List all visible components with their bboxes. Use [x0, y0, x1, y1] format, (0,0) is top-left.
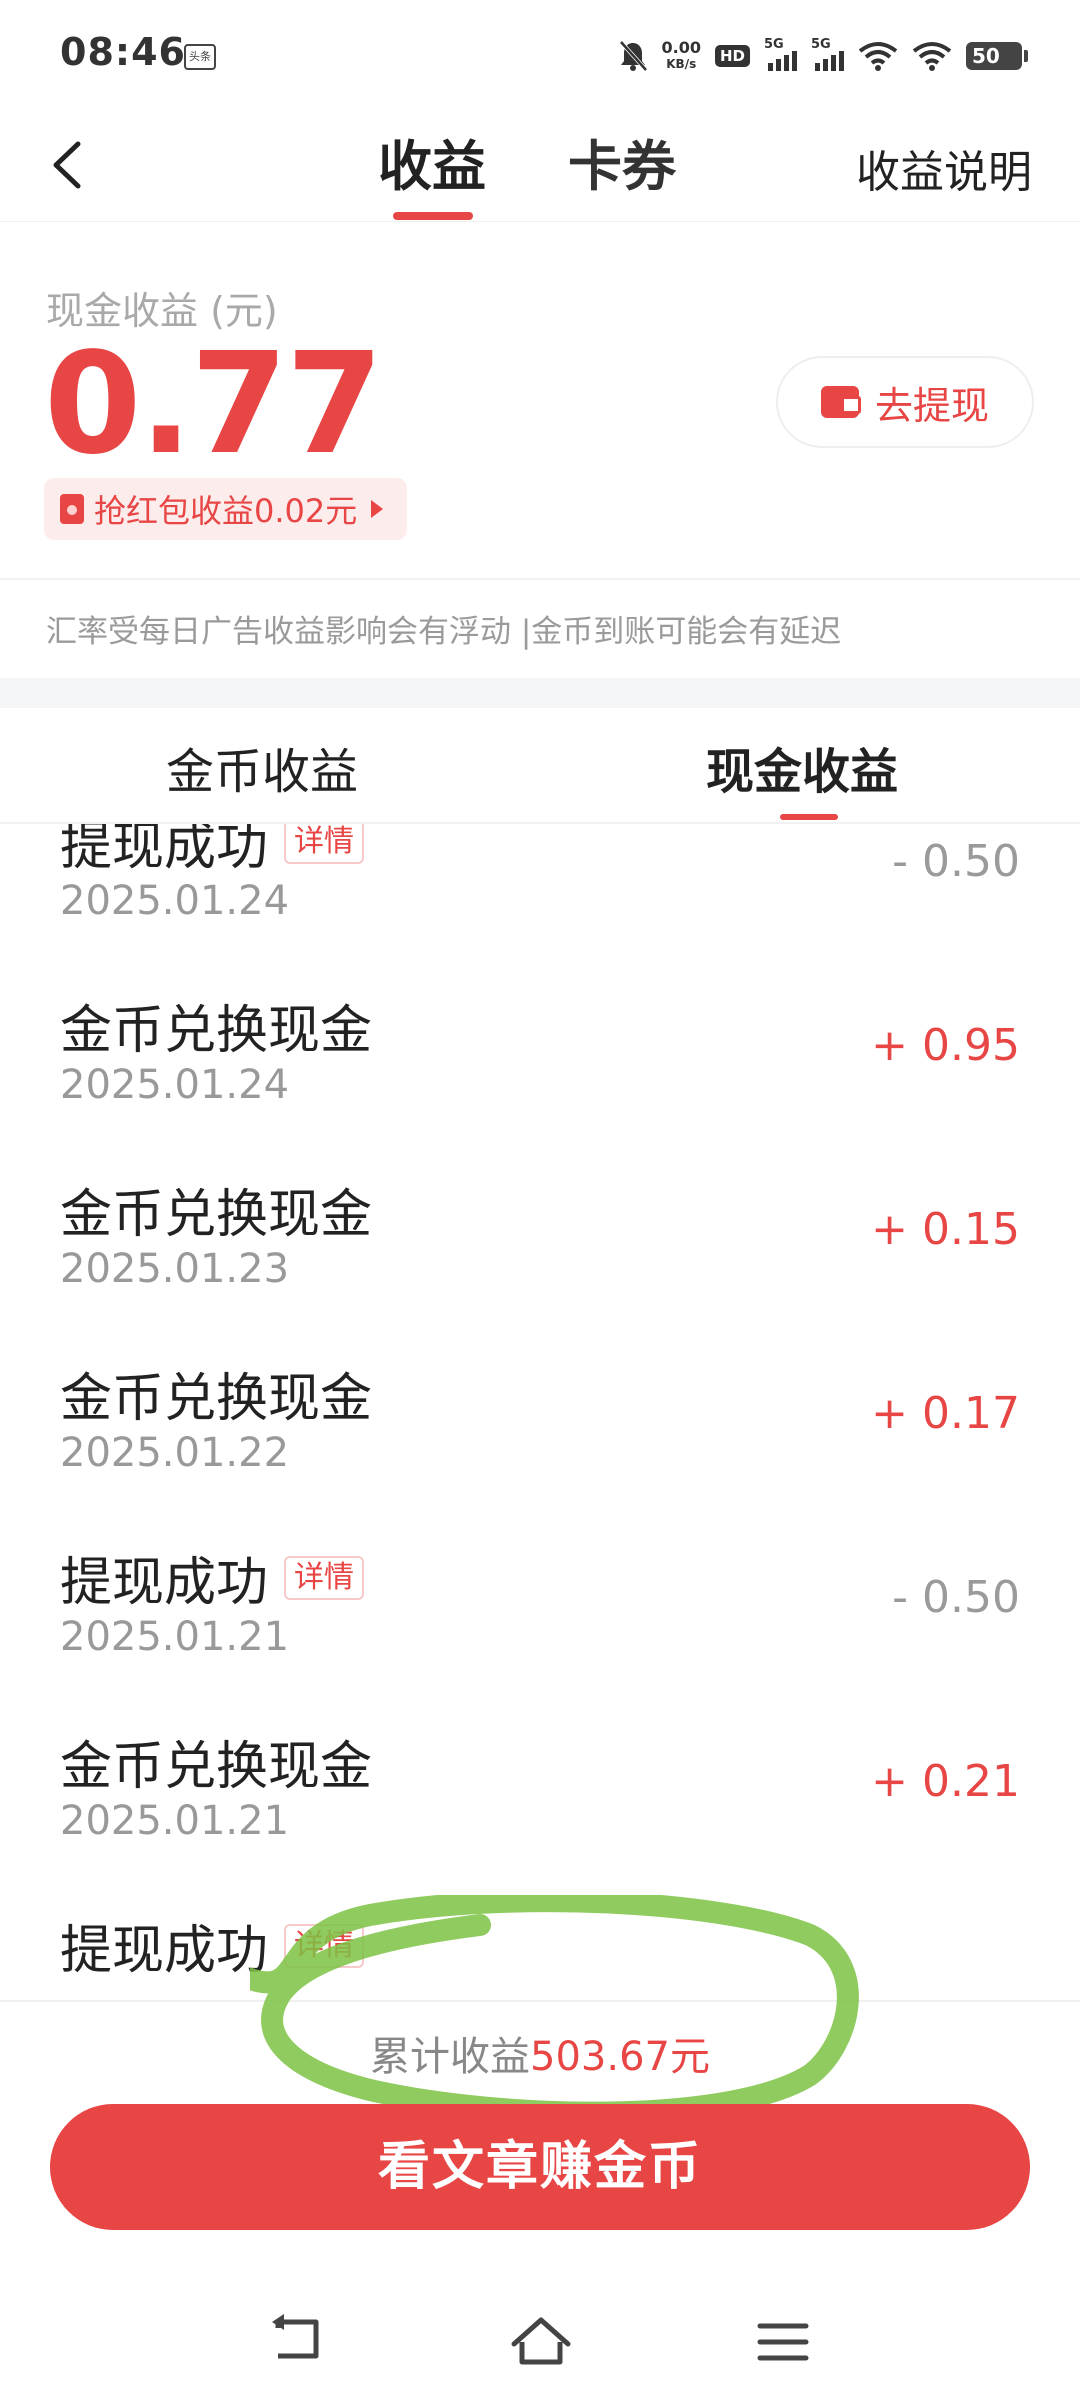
record-amount: + 0.17: [871, 1388, 1020, 1439]
system-nav-bar: [0, 2290, 1080, 2400]
record-date: 2025.01.24: [60, 1062, 290, 1108]
record-date: 2025.01.23: [60, 1246, 290, 1292]
earnings-record-list[interactable]: 提现成功 详情 2025.01.24 - 0.50 金币兑换现金 2025.01…: [0, 824, 1080, 2000]
divider: [0, 578, 1080, 580]
exchange-rate-notice: 汇率受每日广告收益影响会有浮动 |金币到账可能会有延迟: [46, 614, 842, 650]
record-title: 金币兑换现金: [60, 1356, 372, 1431]
record-title: 提现成功 详情: [60, 1908, 365, 1983]
record-title-text: 金币兑换现金: [60, 1369, 373, 1429]
read-articles-earn-coins-button[interactable]: 看文章赚金币: [50, 2104, 1030, 2230]
top-nav: 收益 卡券 收益说明: [0, 110, 1080, 222]
record-date: 2025.01.22: [60, 1430, 290, 1476]
signal-icon-2: 5G: [811, 37, 844, 71]
record-amount: + 0.15: [871, 1204, 1020, 1255]
mute-icon: [619, 40, 647, 72]
record-amount: - 0.50: [892, 1572, 1020, 1623]
withdraw-button-label: 去提现: [874, 383, 989, 428]
record-amount: - 0.50: [892, 836, 1020, 887]
detail-button[interactable]: 详情: [284, 1923, 365, 1968]
record-title-text: 金币兑换现金: [60, 1001, 373, 1061]
tab-coupons[interactable]: 卡券: [568, 122, 676, 201]
record-title: 金币兑换现金: [60, 1172, 372, 1247]
list-item[interactable]: 金币兑换现金 2025.01.22 + 0.17: [0, 1336, 1080, 1520]
battery-icon: 50: [966, 42, 1028, 70]
earnings-help-link[interactable]: 收益说明: [856, 136, 1032, 200]
wallet-icon: [820, 386, 861, 418]
home-icon[interactable]: [506, 2310, 576, 2374]
network-speed: 0.00 KB/s: [662, 39, 701, 73]
detail-button[interactable]: 详情: [284, 824, 365, 864]
withdraw-button[interactable]: 去提现: [776, 356, 1034, 448]
chevron-right-icon: [371, 500, 384, 518]
record-title: 金币兑换现金: [60, 1724, 372, 1799]
record-date: 2025.01.21: [60, 1614, 290, 1660]
total-earnings-label: 累计收益: [370, 2034, 531, 2080]
record-title: 提现成功 详情: [60, 1540, 365, 1615]
status-icons: 0.00 KB/s HD 5G 5G 50: [618, 34, 1028, 78]
cash-earnings-amount: 0.77: [44, 323, 383, 486]
earnings-type-tabs: 金币收益 现金收益: [0, 708, 1080, 824]
sim1-label: 5G: [764, 37, 784, 52]
sim2-label: 5G: [811, 37, 831, 52]
hd-icon: HD: [714, 45, 750, 67]
signal-icon: 5G: [764, 37, 797, 71]
record-title: 金币兑换现金: [60, 988, 372, 1063]
wifi-icon: [858, 42, 898, 71]
tab-earnings[interactable]: 收益: [378, 122, 486, 201]
total-earnings: 累计收益503.67元: [0, 2024, 1080, 2082]
status-time: 08:46: [60, 30, 186, 74]
red-packet-icon: [60, 494, 84, 524]
red-packet-earnings-link[interactable]: 抢红包收益0.02元: [44, 478, 408, 540]
record-title-text: 金币兑换现金: [60, 1737, 373, 1797]
status-bar: 08:46 头条 0.00 KB/s HD 5G 5G 50: [0, 0, 1080, 110]
list-item[interactable]: 金币兑换现金 2025.01.21 + 0.21: [0, 1704, 1080, 1888]
record-date: 2025.01.21: [60, 1798, 290, 1844]
wifi-icon-2: [912, 42, 952, 71]
back-gesture-icon[interactable]: [262, 2310, 332, 2374]
list-item[interactable]: 金币兑换现金 2025.01.23 + 0.15: [0, 1152, 1080, 1336]
list-item[interactable]: 提现成功 详情: [0, 1888, 1080, 2000]
record-title-text: 金币兑换现金: [60, 1185, 373, 1245]
record-title-text: 提现成功: [60, 1553, 269, 1613]
active-tab-indicator: [393, 212, 473, 220]
menu-icon[interactable]: [748, 2310, 818, 2374]
speed-value: 0.00: [661, 38, 701, 57]
app-notification-icon: 头条: [184, 44, 216, 70]
footer-divider: [0, 2000, 1080, 2002]
tab-coin-earnings[interactable]: 金币收益: [166, 732, 358, 802]
list-item[interactable]: 提现成功 详情 2025.01.24 - 0.50: [0, 824, 1080, 968]
record-amount: + 0.95: [871, 1020, 1020, 1071]
detail-button[interactable]: 详情: [284, 1555, 365, 1600]
tab-cash-earnings[interactable]: 现金收益: [706, 732, 898, 802]
record-date: 2025.01.24: [60, 878, 290, 924]
record-title-text: 提现成功: [60, 824, 269, 877]
active-subtab-indicator: [780, 814, 838, 820]
speed-unit: KB/s: [666, 57, 697, 71]
list-item[interactable]: 金币兑换现金 2025.01.24 + 0.95: [0, 968, 1080, 1152]
list-item[interactable]: 提现成功 详情 2025.01.21 - 0.50: [0, 1520, 1080, 1704]
record-title: 提现成功 详情: [60, 824, 365, 879]
record-amount: + 0.21: [871, 1756, 1020, 1807]
total-earnings-value: 503.67元: [530, 2034, 710, 2080]
record-title-text: 提现成功: [60, 1921, 269, 1981]
back-arrow-icon[interactable]: [40, 130, 100, 200]
red-packet-text: 抢红包收益0.02元: [94, 492, 358, 530]
section-separator: [0, 678, 1080, 708]
